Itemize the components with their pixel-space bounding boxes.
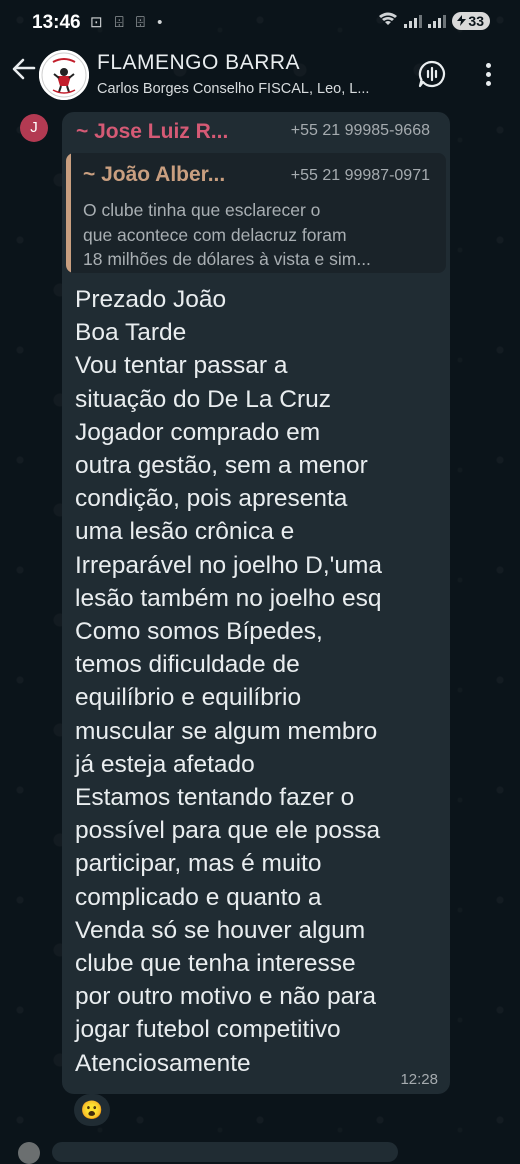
message-line: lesão também no joelho esq [75, 584, 382, 612]
message-line: Vou tentar passar a [75, 352, 288, 380]
battery-level: 33 [468, 12, 484, 29]
quoted-line: que acontece com delacruz foram [83, 224, 347, 245]
message-line: clube que tenha interesse [75, 950, 356, 978]
chat-participants[interactable]: Carlos Borges Conselho FISCAL, Leo, L... [97, 81, 407, 97]
message-line: muscular se algum membro [75, 717, 378, 745]
quoted-sender-phone: +55 21 99987-0971 [290, 167, 430, 184]
quoted-sender-name: ~ João Alber... [83, 163, 226, 186]
sender-name[interactable]: ~ Jose Luiz R... [76, 120, 228, 144]
quoted-message[interactable]: ~ João Alber... +55 21 99987-0971 O club… [66, 153, 446, 273]
message-line: já esteja afetado [75, 750, 255, 778]
quoted-text: O clube tinha que esclarecer o que acont… [83, 198, 428, 272]
message-line: Estamos tentando fazer o [75, 784, 355, 812]
message-bubble[interactable]: ~ Jose Luiz R... +55 21 99985-9668 ~ Joã… [62, 112, 450, 1094]
message-line: Prezado João [75, 286, 227, 313]
message-line: por outro motivo e não para [75, 983, 376, 1011]
reaction-emoji[interactable]: 😮 [74, 1094, 110, 1126]
notification-icons: ⊡ ⌹ ⌹ • [90, 14, 167, 31]
message-time: 12:28 [400, 1071, 438, 1088]
message-line: uma lesão crônica e [75, 518, 295, 546]
signal-icon [404, 14, 423, 28]
message-text: Prezado João Boa Tarde Vou tentar passar… [75, 283, 445, 1080]
message-line: outra gestão, sem a menor [75, 452, 368, 480]
message-line: Jogador comprado em [75, 418, 321, 446]
message-line: jogar futebol competitivo [75, 1016, 341, 1044]
more-options-icon[interactable] [478, 60, 498, 90]
status-bar: 13:46 ⊡ ⌹ ⌹ • 33 [0, 0, 520, 44]
message-line: participar, mas é muito [75, 850, 322, 878]
charging-icon [457, 15, 467, 26]
message-line: Irreparável no joelho D,'uma [75, 551, 383, 579]
message-line: Venda só se houver algum [75, 916, 366, 944]
message-line: Como somos Bípedes, [75, 618, 323, 646]
sender-phone: +55 21 99985-9668 [290, 122, 430, 139]
battery-indicator: 33 [452, 11, 490, 30]
status-time: 13:46 [32, 12, 81, 33]
wifi-icon [378, 11, 398, 30]
message-line: Atenciosamente [75, 1049, 251, 1077]
message-line: temos dificuldade de [75, 651, 300, 679]
signal-icon-2 [428, 14, 447, 28]
quote-accent-bar [66, 153, 71, 273]
quoted-line: 18 milhões de dólares à vista e sim... [83, 249, 371, 269]
message-line: Boa Tarde [75, 319, 187, 347]
message-line: possível para que ele possa [75, 817, 381, 845]
next-sender-avatar[interactable] [18, 1142, 40, 1164]
back-arrow-icon[interactable] [8, 56, 38, 86]
chat-header: FLAMENGO BARRA Carlos Borges Conselho FI… [0, 44, 520, 106]
message-line: equilíbrio e equilíbrio [75, 684, 302, 712]
quoted-line: O clube tinha que esclarecer o [83, 200, 321, 220]
next-message-bubble[interactable] [52, 1142, 398, 1162]
sender-avatar[interactable]: J [20, 114, 48, 142]
chat-title[interactable]: FLAMENGO BARRA [97, 51, 300, 75]
message-line: complicado e quanto a [75, 883, 322, 911]
message-line: situação do De La Cruz [75, 385, 332, 413]
voice-chat-icon[interactable] [418, 60, 446, 88]
group-avatar[interactable] [39, 50, 89, 100]
message-line: condição, pois apresenta [75, 485, 348, 513]
status-right: 33 [378, 11, 490, 30]
